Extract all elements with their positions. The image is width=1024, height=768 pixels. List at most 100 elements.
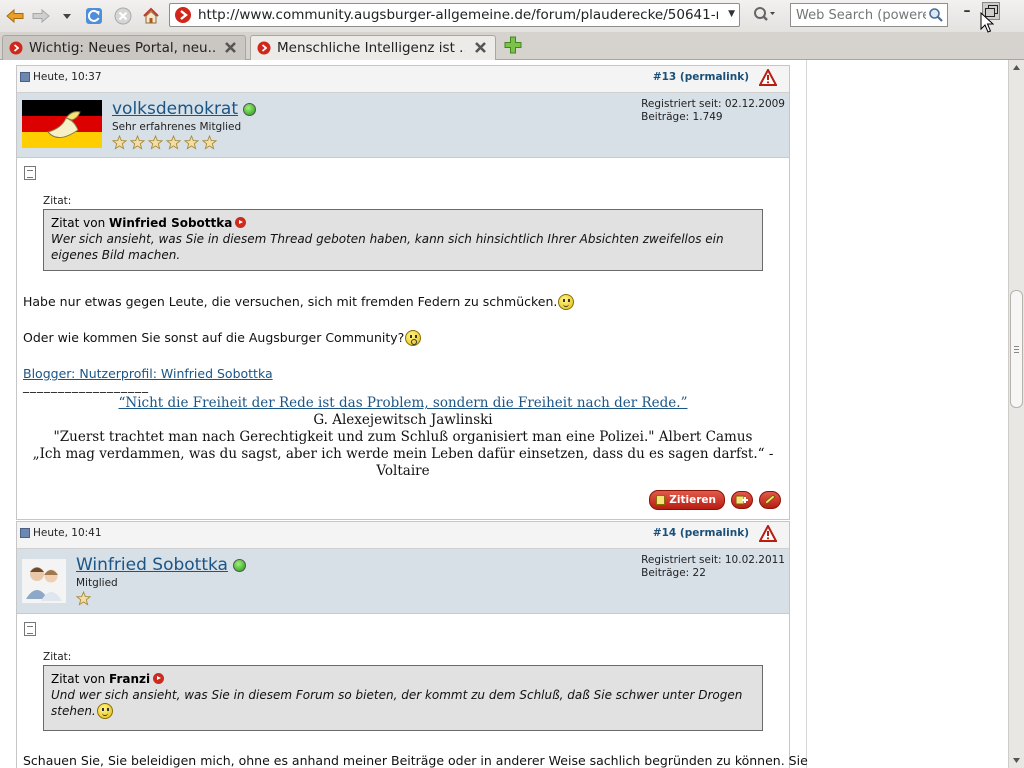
quote-button-label[interactable]: Zitieren <box>669 494 716 506</box>
signature: “Nicht die Freiheit der Rede ist das Pro… <box>17 395 789 480</box>
reload-icon <box>86 8 102 24</box>
quote-text-2: stehen. <box>51 704 96 718</box>
registered-since: Registriert seit: 10.02.2011 <box>641 554 785 566</box>
magnifier-icon <box>754 7 775 21</box>
rank-stars <box>111 134 220 153</box>
site-favicon <box>257 41 271 55</box>
signature-quote-3: „Ich mag verdammen, was du sagst, aber i… <box>32 446 774 462</box>
username-link[interactable]: Winfried Sobottka <box>76 555 246 575</box>
site-favicon <box>9 41 23 55</box>
rank-star-icon <box>183 134 200 153</box>
address-bar[interactable]: http://www.community.augsburger-allgemei… <box>169 3 740 27</box>
vertical-scrollbar[interactable] <box>1008 60 1024 768</box>
minimize-button[interactable]: – <box>959 4 975 20</box>
avatar[interactable] <box>22 100 102 148</box>
online-status-icon <box>243 102 257 116</box>
post-icon <box>20 72 30 82</box>
online-status-icon <box>232 558 246 572</box>
post-date: Heute, 10:37 <box>20 71 102 83</box>
post-icon <box>20 528 30 538</box>
tab-menschliche-intelligenz[interactable]: Menschliche Intelligenz ist ... <box>250 35 496 60</box>
username-link[interactable]: volksdemokrat <box>112 99 257 119</box>
smiley-icon <box>558 294 575 310</box>
tab-label: Wichtig: Neues Portal, neu... <box>29 40 217 56</box>
url-dropdown-icon[interactable]: ▼ <box>728 9 735 19</box>
quote-prefix: Zitat von <box>51 672 106 686</box>
post-text-1: Habe nur etwas gegen Leute, die versuche… <box>23 294 558 309</box>
post-header: Heute, 10:41 #14 (permalink) <box>17 522 789 549</box>
post-text-line: Habe nur etwas gegen Leute, die versuche… <box>23 294 575 310</box>
quote-label: Zitat: <box>43 651 72 663</box>
pencil-icon <box>764 494 776 505</box>
post-date: Heute, 10:41 <box>20 527 102 539</box>
rank-stars <box>75 590 94 609</box>
post-count: Beiträge: 22 <box>641 567 706 579</box>
new-tab-plus-icon[interactable] <box>504 36 522 54</box>
forward-button[interactable] <box>30 5 52 27</box>
rank-star-icon <box>165 134 182 153</box>
username-text[interactable]: volksdemokrat <box>112 99 238 119</box>
forum-post-13: Heute, 10:37 #13 (permalink) volksdemokr… <box>16 65 790 520</box>
quote-text: Wer sich ansieht, was Sie in diesem Thre… <box>51 232 724 262</box>
rank-star-icon <box>201 134 218 153</box>
quote-button[interactable]: Zitieren <box>649 490 725 510</box>
permalink-link[interactable]: #14 (permalink) <box>653 527 749 539</box>
reload-button[interactable] <box>83 5 105 27</box>
user-rank: Mitglied <box>76 577 118 589</box>
quote-box: Zitat von Franzi Und wer sich ansieht, w… <box>43 665 763 731</box>
url-text[interactable]: http://www.community.augsburger-allgemei… <box>198 7 718 23</box>
post-text-2: Oder wie kommen Sie sonst auf die Augsbu… <box>23 330 405 345</box>
scroll-up-arrow-icon[interactable] <box>1009 60 1024 75</box>
mouse-cursor-icon <box>980 12 994 33</box>
signature-link[interactable]: “Nicht die Freiheit der Rede ist das Pro… <box>119 395 688 411</box>
signature-separator: __________________ <box>23 379 149 393</box>
view-post-arrow-icon[interactable] <box>235 217 247 228</box>
quote-box: Zitat von Winfried Sobottka Wer sich ans… <box>43 209 763 271</box>
home-button[interactable] <box>140 5 162 27</box>
column-divider <box>806 60 807 768</box>
signature-author-1: G. Alexejewitsch Jawlinski <box>313 412 493 428</box>
back-arrow-icon <box>6 8 24 24</box>
search-engine-selector[interactable] <box>752 5 788 25</box>
smiley-icon <box>96 703 113 719</box>
user-info-bar: volksdemokrat Sehr erfahrenes Mitglied R… <box>17 93 789 158</box>
post-date-text: Heute, 10:41 <box>33 527 102 539</box>
scrollbar-thumb[interactable] <box>1010 290 1023 408</box>
report-warning-icon[interactable] <box>759 525 777 542</box>
multi-quote-icon <box>735 495 748 505</box>
permalink-link[interactable]: #13 (permalink) <box>653 71 749 83</box>
surprised-smiley-icon <box>405 330 422 346</box>
signature-quote-2: "Zuerst trachtet man nach Gerechtigkeit … <box>53 429 753 445</box>
search-go-icon[interactable] <box>928 7 944 23</box>
signature-author-3: Voltaire <box>376 463 430 479</box>
report-warning-icon[interactable] <box>759 69 777 86</box>
web-search-input[interactable] <box>794 6 928 24</box>
post-actions: Zitieren <box>649 490 781 510</box>
multi-quote-button[interactable] <box>731 491 753 509</box>
web-search-field[interactable] <box>790 3 948 27</box>
quote-author: Franzi <box>109 672 151 686</box>
stop-button[interactable] <box>112 5 134 27</box>
quote-label: Zitat: <box>43 195 72 207</box>
registered-since: Registriert seit: 02.12.2009 <box>641 98 785 110</box>
scroll-down-arrow-icon[interactable] <box>1009 753 1024 768</box>
stop-icon <box>114 7 132 25</box>
avatar[interactable] <box>22 559 66 603</box>
close-tab-icon[interactable] <box>474 41 487 54</box>
back-button[interactable] <box>4 5 26 27</box>
quote-source: Zitat von Franzi <box>51 671 755 687</box>
edit-button[interactable] <box>759 491 781 509</box>
post-text-line: Oder wie kommen Sie sonst auf die Augsbu… <box>23 330 422 346</box>
username-text[interactable]: Winfried Sobottka <box>76 555 228 575</box>
home-icon <box>143 7 159 24</box>
tab-wichtig[interactable]: Wichtig: Neues Portal, neu... <box>2 35 246 60</box>
user-info-bar: Winfried Sobottka Mitglied Registriert s… <box>17 549 789 614</box>
quote-prefix: Zitat von <box>51 216 106 230</box>
chevron-down-icon <box>63 14 71 19</box>
rank-star-icon <box>111 134 128 153</box>
close-tab-icon[interactable] <box>224 41 237 54</box>
post-count: Beiträge: 1.749 <box>641 111 723 123</box>
rank-star-icon <box>129 134 146 153</box>
history-dropdown-button[interactable] <box>58 5 76 27</box>
view-post-arrow-icon[interactable] <box>153 673 165 684</box>
